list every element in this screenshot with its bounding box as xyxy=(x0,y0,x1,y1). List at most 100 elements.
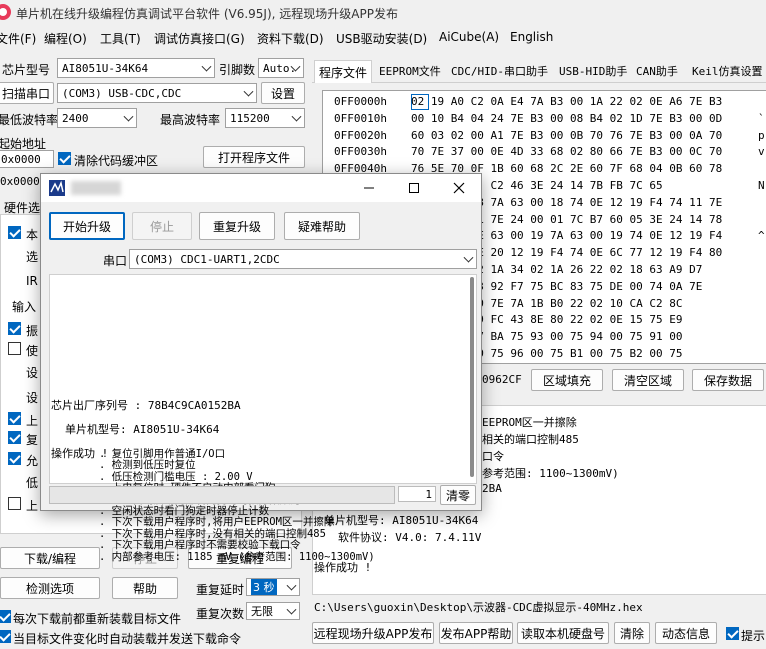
tab-can-label: CAN助手 xyxy=(636,65,678,78)
opt-fragment-9: 上 xyxy=(26,414,39,428)
menu-download[interactable]: 资料下载(D) xyxy=(257,30,324,47)
save-data-button[interactable]: 保存数据 xyxy=(692,369,764,391)
progress-bar xyxy=(49,486,395,504)
tab-program-file-label: 程序文件 xyxy=(319,65,368,80)
tab-keil[interactable]: Keil仿真设置 xyxy=(688,60,766,82)
main-model-line: 单片机型号: AI8051U-34K64 xyxy=(324,514,479,527)
menu-usb-driver[interactable]: USB驱动安装(D) xyxy=(336,30,427,47)
dynamic-info-button[interactable]: 动态信息 xyxy=(655,622,717,644)
reload-checkbox[interactable] xyxy=(0,610,11,623)
area-fill-button[interactable]: 区域填充 xyxy=(531,369,603,391)
settings-button[interactable]: 设置 xyxy=(261,82,305,104)
port-select[interactable]: (COM3) USB-CDC,CDC xyxy=(57,83,257,103)
max-baud-label: 最高波特率 xyxy=(160,113,221,127)
read-disk-id-button[interactable]: 读取本机硬盘号 xyxy=(517,622,609,644)
reset-count-label: 清零 xyxy=(445,488,470,503)
start-upgrade-label: 开始升级 xyxy=(62,219,111,234)
main-help-label: 帮助 xyxy=(132,581,157,596)
dialog-log-scrollbar[interactable] xyxy=(470,277,474,477)
min-baud-value: 2400 xyxy=(62,111,89,125)
tab-cdc-serial[interactable]: CDC/HID-串口助手 xyxy=(447,60,552,82)
hex-row-bytes: 02 19 A0 C2 0A E4 7A B3 00 1A 22 02 0E A… xyxy=(411,95,723,108)
dialog-stop-button[interactable]: 停止 xyxy=(132,212,192,240)
settings-label: 设置 xyxy=(270,86,295,101)
maximize-icon[interactable] xyxy=(408,182,420,194)
opt-fragment-2: 选 xyxy=(26,250,39,264)
download-program-label: 下载/编程 xyxy=(23,551,77,566)
dialog-log-line: . 下次下载用户程序时,将用户EEPROM区一并擦除 xyxy=(99,516,335,529)
publish-help-button[interactable]: 发布APP帮助 xyxy=(439,622,513,644)
main-help-button[interactable]: 帮助 xyxy=(112,577,178,599)
scan-port-button[interactable]: 扫描串口 xyxy=(0,82,54,104)
dialog-success-line: 操作成功 ! xyxy=(51,447,109,460)
opt-checkbox-5[interactable] xyxy=(8,431,21,444)
opt-fragment-4: 输入 xyxy=(12,300,37,314)
repeat-upgrade-button[interactable]: 重复升级 xyxy=(199,212,275,240)
dialog-stop-label: 停止 xyxy=(149,219,174,234)
min-baud-select[interactable]: 2400 xyxy=(57,108,137,128)
hex-row-ascii: ^ xyxy=(758,229,765,243)
check-options-label: 检测选项 xyxy=(25,581,74,596)
hint-checkbox[interactable] xyxy=(726,627,739,640)
start-address-value: 0x0000 xyxy=(1,152,41,166)
tab-keil-label: Keil仿真设置 xyxy=(692,65,763,78)
opt-checkbox-1[interactable] xyxy=(8,226,21,239)
scan-port-label: 扫描串口 xyxy=(1,86,50,101)
menu-file[interactable]: 文件(F) xyxy=(0,30,36,47)
opt-fragment-12: 低 xyxy=(26,476,39,490)
auto-load-checkbox[interactable] xyxy=(0,630,11,643)
troubleshoot-help-button[interactable]: 疑难帮助 xyxy=(284,212,360,240)
tab-usb-hid[interactable]: USB-HID助手 xyxy=(555,60,631,82)
tab-can[interactable]: CAN助手 xyxy=(632,60,682,82)
repeat-count-select[interactable]: 无限 xyxy=(246,602,300,620)
dialog-port-value: (COM3) CDC1-UART1,2CDC xyxy=(134,252,280,266)
tab-program-file[interactable]: 程序文件 xyxy=(314,60,373,83)
menu-tools[interactable]: 工具(T) xyxy=(100,30,141,47)
dialog-port-select[interactable]: (COM3) CDC1-UART1,2CDC xyxy=(129,249,477,269)
publish-app-label: 远程现场升级APP发布 xyxy=(313,626,433,641)
download-program-button[interactable]: 下载/编程 xyxy=(0,547,100,569)
start-address-input[interactable]: 0x0000 xyxy=(0,150,54,168)
menu-program[interactable]: 编程(O) xyxy=(44,30,87,47)
read-disk-id-label: 读取本机硬盘号 xyxy=(520,626,605,641)
publish-app-button[interactable]: 远程现场升级APP发布 xyxy=(312,622,434,644)
chip-model-label: 芯片型号 xyxy=(2,63,51,77)
opt-checkbox-3[interactable] xyxy=(8,342,21,355)
menu-english[interactable]: English xyxy=(510,30,553,44)
troubleshoot-help-label: 疑难帮助 xyxy=(297,219,346,234)
second-address-input[interactable]: 0x0000 xyxy=(0,173,40,189)
publish-help-label: 发布APP帮助 xyxy=(440,626,512,641)
clear-buffer-checkbox[interactable] xyxy=(58,152,71,165)
dialog-port-label: 串口 xyxy=(103,254,128,268)
menu-aicube[interactable]: AiCube(A) xyxy=(439,30,499,44)
opt-checkbox-2[interactable] xyxy=(8,322,21,335)
chip-model-select[interactable]: AI8051U-34K64 xyxy=(57,58,215,78)
reset-count-button[interactable]: 清零 xyxy=(440,485,476,505)
area-fill-label: 区域填充 xyxy=(542,373,591,388)
window-title: 单片机在线升级编程仿真调试平台软件 (V6.95J), 远程现场升级APP发布 xyxy=(16,7,398,21)
opt-fragment-5: 振 xyxy=(26,324,39,338)
save-data-label: 保存数据 xyxy=(703,373,752,388)
menu-debug[interactable]: 调试仿真接口(G) xyxy=(154,30,245,47)
opt-checkbox-7[interactable] xyxy=(8,497,21,510)
opt-checkbox-4[interactable] xyxy=(8,412,21,425)
pin-count-select[interactable]: Auto. xyxy=(258,58,304,78)
repeat-delay-select[interactable]: 3 秒 xyxy=(246,578,300,596)
opt-fragment-1: 本 xyxy=(26,228,39,242)
clear-button[interactable]: 清除 xyxy=(614,622,650,644)
open-program-file-label: 打开程序文件 xyxy=(217,150,290,165)
close-icon[interactable] xyxy=(453,182,465,194)
start-upgrade-button[interactable]: 开始升级 xyxy=(49,212,125,240)
hex-row-bytes: 60 03 02 00 A1 7E B3 00 0B 70 76 7E B3 0… xyxy=(411,128,723,142)
min-baud-label: 最低波特率 xyxy=(0,113,59,127)
max-baud-select[interactable]: 115200 xyxy=(225,108,305,128)
opt-fragment-11: 允 xyxy=(26,454,39,468)
open-program-file-button[interactable]: 打开程序文件 xyxy=(203,146,305,168)
clear-area-button[interactable]: 清空区域 xyxy=(612,369,684,391)
repeat-upgrade-label: 重复升级 xyxy=(212,219,261,234)
title-bar: 单片机在线升级编程仿真调试平台软件 (V6.95J), 远程现场升级APP发布 xyxy=(0,0,766,26)
tab-eeprom-file[interactable]: EEPROM文件 xyxy=(375,60,445,82)
check-options-button[interactable]: 检测选项 xyxy=(0,577,100,599)
opt-checkbox-6[interactable] xyxy=(8,452,21,465)
minimize-icon[interactable] xyxy=(363,182,375,194)
